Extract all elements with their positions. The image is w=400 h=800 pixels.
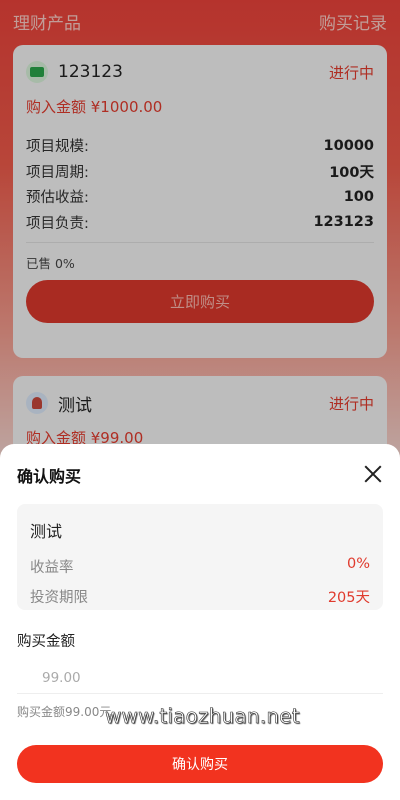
term-label: 投资期限 [30, 590, 88, 606]
term-value: 205天 [327, 590, 370, 606]
rate-value: 0% [346, 556, 370, 572]
modal-title: 确认购买 [17, 467, 82, 486]
rate-row: 收益率 0% [30, 556, 370, 577]
close-icon[interactable] [364, 465, 382, 483]
product-info-box: 测试 收益率 0% 投资期限 205天 [17, 504, 383, 610]
confirm-purchase-sheet: 确认购买 测试 收益率 0% 投资期限 205天 购买金额 购买金额99.00元… [0, 444, 400, 800]
confirm-purchase-button[interactable]: 确认购买 [17, 745, 383, 783]
modal-product-name: 测试 [30, 522, 63, 541]
amount-label: 购买金额 [17, 634, 75, 650]
rate-label: 收益率 [30, 560, 74, 576]
watermark: www.tiaozhuan.net [105, 704, 300, 729]
term-row: 投资期限 205天 [30, 586, 370, 607]
amount-hint: 购买金额99.00元 [17, 705, 112, 719]
amount-input[interactable] [17, 662, 383, 694]
